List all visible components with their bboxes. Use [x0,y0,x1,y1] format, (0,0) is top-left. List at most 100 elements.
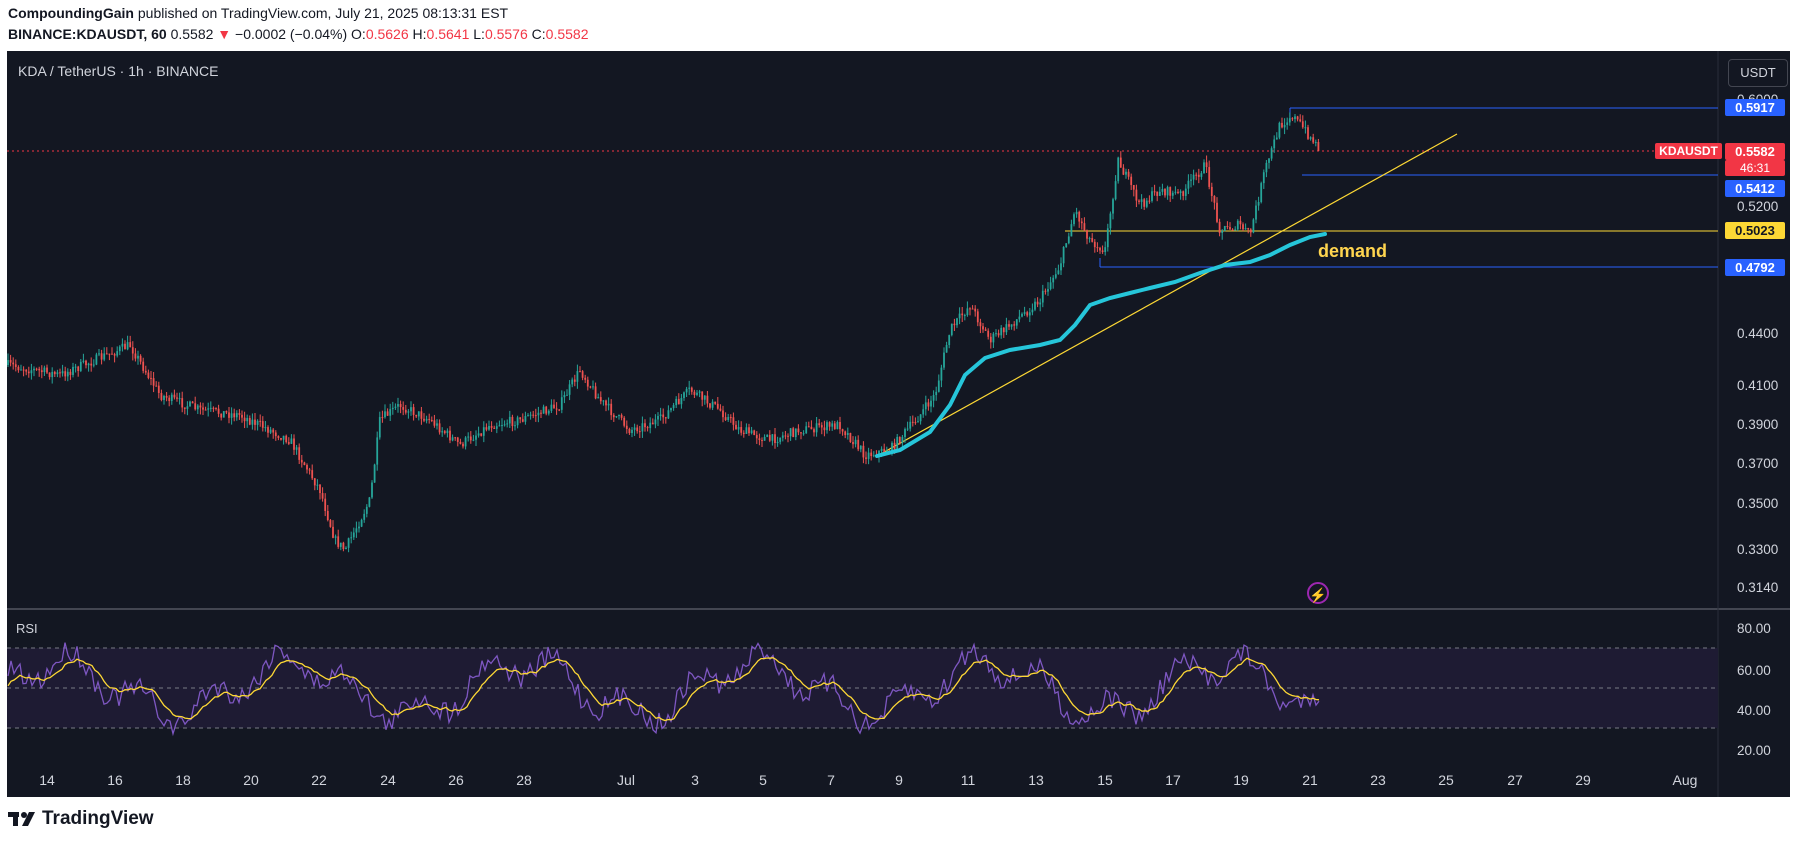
candle-body [1075,211,1078,215]
candle-body [732,417,735,425]
candle-body [750,430,753,434]
candle-body [979,322,982,327]
candle-body [306,464,308,470]
candle-body [1106,228,1109,248]
candle-body [1231,229,1234,231]
candle-body [126,342,129,350]
time-axis-label: Jul [617,772,635,788]
time-axis-label: Aug [1673,772,1698,788]
candle-body [79,361,82,371]
candle-body [308,469,311,471]
time-axis-label: 21 [1302,772,1318,788]
candle-body [207,408,210,410]
price-tag-5917: 0.5917 [1725,99,1785,116]
candle-body [451,437,454,441]
tradingview-brand[interactable]: TradingView [8,808,154,830]
candle-body [1236,220,1239,230]
time-axis-label: 16 [107,772,123,788]
candle-body [95,354,98,365]
candle-body [696,392,698,395]
candle-body [1273,139,1276,149]
candle-body [38,368,41,371]
candle-body [121,343,124,347]
candle-body [508,416,511,424]
candle-body [664,417,667,419]
candle-body [355,528,358,533]
candle-body [498,425,501,427]
candle-body [43,367,46,373]
candle-body [1275,137,1278,140]
candle-body [313,478,316,486]
candle-body [1047,289,1049,292]
candle-body [545,406,548,414]
candle-body [1010,324,1013,327]
candle-body [485,427,488,430]
candle-body [997,333,1000,336]
chart-canvas[interactable]: 0.60000.52000.44000.41000.39000.37000.35… [0,0,1797,841]
time-axis-label: 13 [1028,772,1044,788]
candle-body [358,526,360,529]
time-axis-label: 11 [961,772,976,788]
time-axis-label: 27 [1507,772,1523,788]
currency-button[interactable]: USDT [1728,59,1788,87]
time-axis-label: 19 [1233,772,1249,788]
candle-body [919,414,922,422]
candle-body [1268,158,1270,163]
candle-body [670,408,672,411]
candle-body [540,412,542,414]
candle-body [150,377,152,379]
candle-body [1255,205,1257,220]
candle-body [147,372,150,378]
rsi-axis-label: 20.00 [1737,743,1771,758]
candle-body [113,354,116,356]
bolt-icon[interactable]: ⚡ [1307,582,1329,604]
candle-body [722,410,724,418]
candle-body [1132,185,1135,190]
candle-body [514,425,516,427]
candle-body [1169,187,1172,196]
candle-body [233,413,236,418]
candle-body [537,412,540,416]
candle-body [1304,127,1307,129]
candle-body [1283,124,1286,128]
candle-body [1049,282,1052,290]
price-axis-label: 0.3500 [1737,496,1778,511]
candle-body [490,426,493,428]
candle-body [9,360,12,363]
candle-body [667,410,670,419]
candle-body [693,391,696,395]
candle-body [404,409,407,413]
time-axis-label: 3 [691,772,699,788]
candle-body [462,443,464,447]
candle-body [729,417,732,419]
candle-body [1086,230,1088,239]
candle-body [940,367,943,381]
candle-body [1294,116,1296,119]
candle-body [53,371,56,375]
candle-body [909,421,912,429]
candle-body [1130,176,1133,186]
candle-body [272,429,275,433]
candle-body [797,428,800,433]
candle-body [467,436,470,438]
candle-body [495,426,498,429]
candle-body [859,445,862,450]
candle-body [789,428,792,437]
candle-body [376,437,379,465]
candle-body [295,447,298,450]
candle-body [597,397,600,399]
candle-body [776,441,779,444]
candle-body [644,423,646,428]
candle-body [1200,173,1203,177]
candle-body [971,308,974,310]
candle-body [389,409,392,416]
candle-body [839,422,841,430]
candle-body [763,436,766,441]
candle-body [753,430,756,436]
candle-body [917,421,919,423]
candle-body [454,437,457,439]
candle-body [1242,224,1244,230]
candle-body [1218,221,1221,233]
candle-body [407,411,410,413]
candle-body [168,397,171,402]
